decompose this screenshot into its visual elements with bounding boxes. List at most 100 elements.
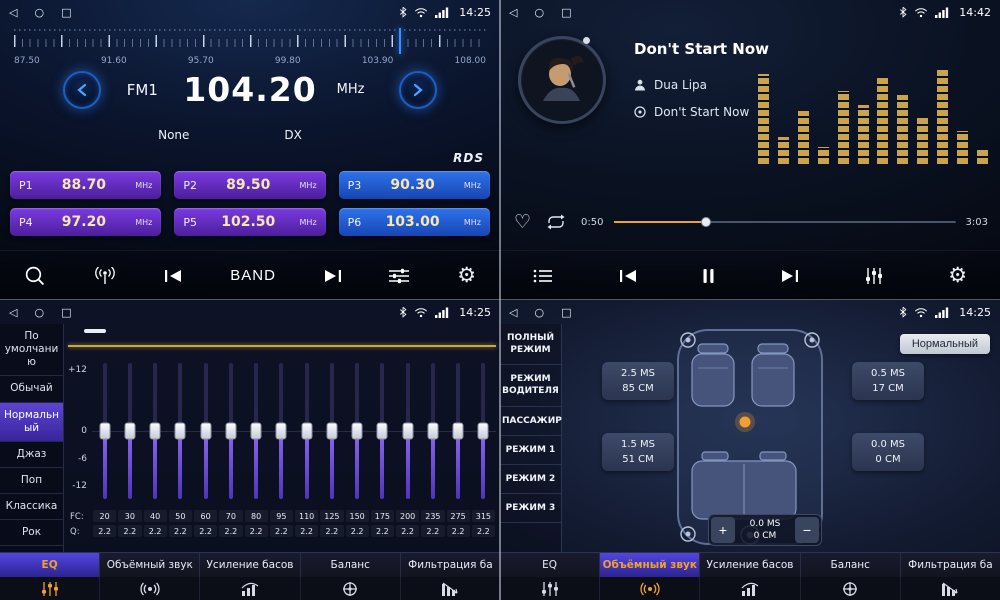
eq-preset-item-6[interactable]: Рок (0, 520, 63, 546)
eq-band-slider[interactable] (218, 358, 243, 504)
favorite-button[interactable]: ♡ (514, 213, 531, 232)
eq-band-slider[interactable] (446, 358, 471, 504)
slider-handle[interactable] (453, 423, 464, 440)
eq-band-slider[interactable] (345, 358, 370, 504)
tune-up-button[interactable] (399, 71, 437, 109)
rear-left-delay-button[interactable]: 1.5 MS 51 CM (602, 433, 674, 471)
surround-mode-item-3[interactable]: РЕЖИМ 1 (500, 436, 561, 465)
eq-band-slider[interactable] (471, 358, 496, 504)
surround-mode-item-0[interactable]: ПОЛНЫЙ РЕЖИМ (500, 324, 561, 365)
slider-handle[interactable] (175, 423, 186, 440)
preset-button-P5[interactable]: P5 102.50 MHz (174, 208, 325, 236)
slider-handle[interactable] (99, 423, 110, 440)
surround-mode-item-5[interactable]: РЕЖИМ 3 (500, 494, 561, 523)
slider-handle[interactable] (124, 423, 135, 440)
bass-boost-tab-icon[interactable] (700, 577, 800, 600)
slider-handle[interactable] (225, 423, 236, 440)
next-station-button[interactable] (320, 265, 346, 287)
progress-bar[interactable] (614, 215, 956, 229)
tab-bass-boost[interactable]: Усиление басов (700, 553, 800, 577)
eq-band-slider[interactable] (92, 358, 117, 504)
surround-mode-item-1[interactable]: РЕЖИМ ВОДИТЕЛЯ (500, 365, 561, 406)
home-nav-icon[interactable]: ○ (534, 7, 544, 18)
eq-band-slider[interactable] (395, 358, 420, 504)
slider-handle[interactable] (352, 423, 363, 440)
eq-band-slider[interactable] (168, 358, 193, 504)
eq-preset-item-1[interactable]: Обычай (0, 376, 63, 402)
playlist-button[interactable] (529, 265, 557, 287)
eq-preset-item-4[interactable]: Поп (0, 468, 63, 494)
eq-band-slider[interactable] (193, 358, 218, 504)
filter-tab-icon[interactable] (401, 577, 500, 600)
slider-handle[interactable] (150, 423, 161, 440)
band-button[interactable]: BAND (226, 263, 280, 288)
increase-delay-button[interactable]: + (711, 517, 735, 543)
frequency-ruler[interactable] (14, 28, 486, 54)
equalizer-button[interactable] (861, 264, 887, 288)
scan-button[interactable] (20, 261, 49, 290)
tab-bass-boost[interactable]: Усиление басов (200, 553, 300, 577)
tab-filter[interactable]: Фильтрация ба (901, 553, 1000, 577)
rear-right-delay-button[interactable]: 0.0 MS 0 CM (852, 433, 924, 471)
tab-surround-sound[interactable]: Объёмный звук (100, 553, 200, 577)
slider-handle[interactable] (200, 423, 211, 440)
decrease-delay-button[interactable]: − (795, 517, 819, 543)
slider-handle[interactable] (326, 423, 337, 440)
back-nav-icon[interactable]: ◁ (509, 307, 517, 318)
slider-handle[interactable] (478, 423, 489, 440)
tab-balance[interactable]: Баланс (301, 553, 401, 577)
recents-nav-icon[interactable]: □ (61, 307, 71, 318)
slider-handle[interactable] (251, 423, 262, 440)
preset-button-P4[interactable]: P4 97.20 MHz (10, 208, 161, 236)
eq-band-slider[interactable] (269, 358, 294, 504)
home-nav-icon[interactable]: ○ (34, 307, 44, 318)
repeat-button[interactable] (541, 210, 571, 234)
home-nav-icon[interactable]: ○ (34, 7, 44, 18)
recents-nav-icon[interactable]: □ (561, 307, 571, 318)
eq-preset-item-0[interactable]: По умолчанию (0, 324, 63, 376)
eq-preset-item-5[interactable]: Классика (0, 494, 63, 520)
next-track-button[interactable] (777, 265, 803, 287)
progress-knob[interactable] (701, 217, 711, 227)
eq-band-slider[interactable] (319, 358, 344, 504)
balance-tab-icon[interactable] (801, 577, 901, 600)
audio-settings-button[interactable] (385, 264, 413, 288)
antenna-button[interactable] (89, 263, 121, 289)
tab-filter[interactable]: Фильтрация ба (401, 553, 500, 577)
home-nav-icon[interactable]: ○ (534, 307, 544, 318)
preset-button-P6[interactable]: P6 103.00 MHz (339, 208, 490, 236)
back-nav-icon[interactable]: ◁ (509, 7, 517, 18)
preset-button-P3[interactable]: P3 90.30 MHz (339, 171, 490, 199)
eq-tab-icon[interactable] (500, 577, 600, 600)
eq-tab-icon[interactable] (0, 577, 100, 600)
filter-tab-icon[interactable] (901, 577, 1000, 600)
settings-button[interactable]: ⚙ (944, 261, 971, 290)
pause-button[interactable] (698, 264, 719, 288)
eq-band-slider[interactable] (294, 358, 319, 504)
slider-handle[interactable] (301, 423, 312, 440)
eq-band-slider[interactable] (143, 358, 168, 504)
sound-profile-button[interactable]: Нормальный (900, 334, 990, 354)
previous-station-button[interactable] (160, 265, 186, 287)
balance-tab-icon[interactable] (301, 577, 401, 600)
tab-surround-sound[interactable]: Объёмный звук (600, 553, 700, 577)
preset-button-P2[interactable]: P2 89.50 MHz (174, 171, 325, 199)
tab-balance[interactable]: Баланс (801, 553, 901, 577)
tab-eq[interactable]: EQ (500, 553, 600, 577)
surround-mode-item-2[interactable]: ПАССАЖИР (500, 407, 561, 436)
slider-handle[interactable] (377, 423, 388, 440)
eq-band-slider[interactable] (117, 358, 142, 504)
bass-boost-tab-icon[interactable] (200, 577, 300, 600)
recents-nav-icon[interactable]: □ (61, 7, 71, 18)
eq-band-slider[interactable] (420, 358, 445, 504)
slider-handle[interactable] (276, 423, 287, 440)
eq-preset-item-3[interactable]: Джаз (0, 442, 63, 468)
surround-mode-item-4[interactable]: РЕЖИМ 2 (500, 465, 561, 494)
tune-down-button[interactable] (63, 71, 101, 109)
slider-handle[interactable] (427, 423, 438, 440)
surround-sound-tab-icon[interactable] (100, 577, 200, 600)
eq-band-slider[interactable] (370, 358, 395, 504)
surround-sound-tab-icon[interactable] (600, 577, 700, 600)
settings-button[interactable]: ⚙ (453, 261, 480, 290)
eq-band-slider[interactable] (244, 358, 269, 504)
